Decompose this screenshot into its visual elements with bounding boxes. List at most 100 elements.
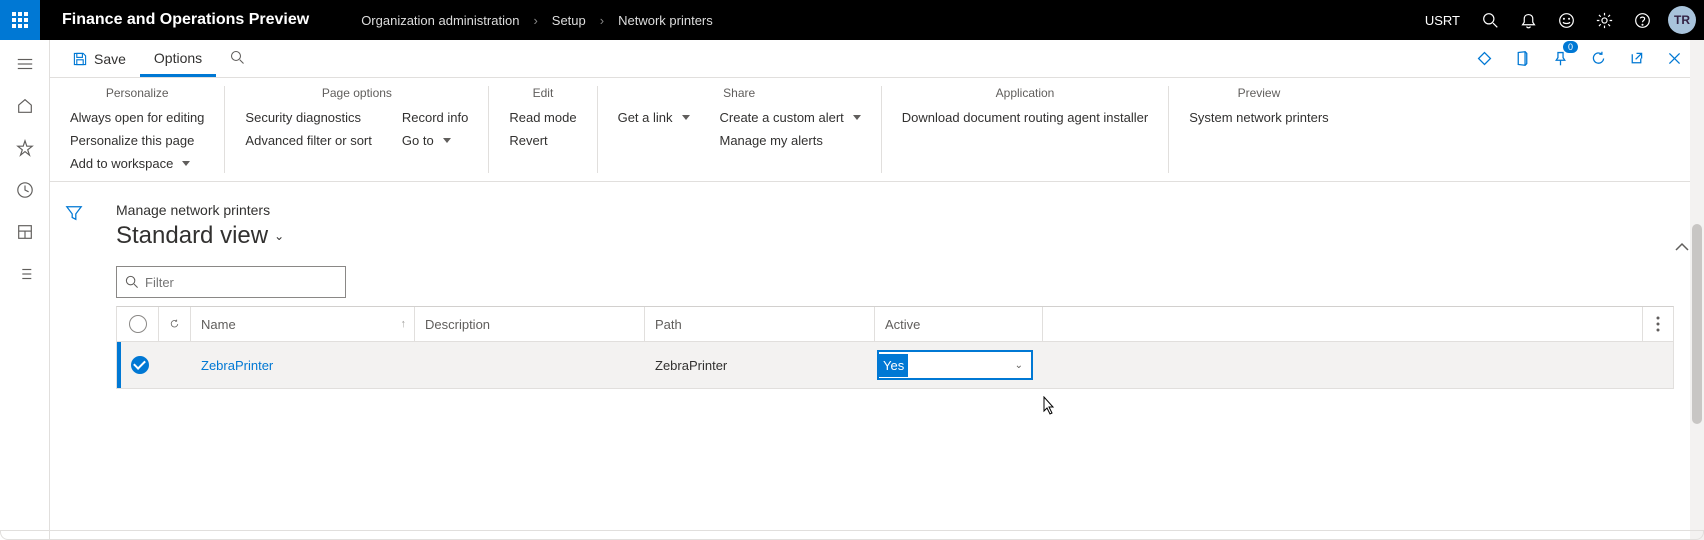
nav-recent-button[interactable] (15, 180, 35, 200)
bell-icon (1520, 12, 1537, 29)
office-button[interactable] (1508, 45, 1536, 73)
ribbon-group-title: Personalize (70, 86, 204, 100)
system-network-printers[interactable]: System network printers (1189, 108, 1328, 127)
header-label: Path (655, 317, 682, 332)
help-icon (1634, 12, 1651, 29)
refresh-column[interactable] (159, 307, 191, 341)
ribbon-group-application: Application Download document routing ag… (882, 86, 1169, 173)
search-icon (1482, 12, 1499, 29)
go-to-label: Go to (402, 133, 434, 148)
content: Manage network printers Standard view ⌄ … (98, 182, 1704, 540)
page-subtitle: Manage network printers (116, 202, 1674, 218)
download-installer[interactable]: Download document routing agent installe… (902, 108, 1148, 127)
manage-alerts[interactable]: Manage my alerts (720, 131, 861, 150)
row-spacer-end (1643, 342, 1673, 388)
custom-alert-label: Create a custom alert (720, 110, 844, 125)
table-row[interactable]: ZebraPrinter ZebraPrinter Yes ⌄ (117, 342, 1673, 388)
active-dropdown[interactable]: Yes ⌄ (877, 350, 1033, 380)
nav-menu-button[interactable] (15, 54, 35, 74)
avatar[interactable]: TR (1668, 6, 1696, 34)
column-header-path[interactable]: Path (645, 307, 875, 341)
filter-pane-toggle[interactable] (50, 182, 98, 540)
header-label: Description (425, 317, 490, 332)
app-launcher[interactable] (0, 0, 40, 40)
smile-icon (1558, 12, 1575, 29)
read-mode[interactable]: Read mode (509, 108, 576, 127)
column-header-active[interactable]: Active (875, 307, 1043, 341)
ribbon-group-title: Edit (509, 86, 576, 100)
cell-description[interactable] (415, 342, 645, 388)
add-to-workspace[interactable]: Add to workspace (70, 154, 204, 173)
cell-active[interactable]: Yes ⌄ (875, 342, 1043, 388)
more-vertical-icon (1656, 316, 1660, 332)
ribbon-group-preview: Preview System network printers (1169, 86, 1348, 173)
security-diagnostics[interactable]: Security diagnostics (245, 108, 371, 127)
ribbon-group-personalize: Personalize Always open for editing Pers… (66, 86, 225, 173)
personalize-page[interactable]: Personalize this page (70, 131, 204, 150)
go-to[interactable]: Go to (402, 131, 468, 150)
search-icon (230, 50, 245, 65)
chevron-down-icon: ⌄ (1015, 360, 1031, 371)
cell-extra (1043, 342, 1643, 388)
star-icon (16, 139, 34, 157)
workspaces-icon (16, 223, 34, 241)
pin-icon (1552, 50, 1569, 67)
tab-options[interactable]: Options (140, 42, 216, 77)
ribbon: Personalize Always open for editing Pers… (50, 78, 1704, 182)
cell-name[interactable]: ZebraPrinter (191, 342, 415, 388)
column-header-description[interactable]: Description (415, 307, 645, 341)
action-search-button[interactable] (220, 44, 255, 74)
always-open-editing[interactable]: Always open for editing (70, 108, 204, 127)
select-all[interactable] (117, 307, 159, 341)
pin-button[interactable]: 0 (1546, 45, 1574, 73)
row-select[interactable] (121, 342, 159, 388)
grid: Name ↑ Description Path Active ZebraPrint… (116, 306, 1674, 389)
advanced-filter[interactable]: Advanced filter or sort (245, 131, 371, 150)
chevron-right-icon: › (600, 13, 604, 28)
column-header-name[interactable]: Name ↑ (191, 307, 415, 341)
record-info[interactable]: Record info (402, 108, 468, 127)
settings-button[interactable] (1586, 0, 1622, 40)
header-label: Name (201, 317, 236, 332)
revert[interactable]: Revert (509, 131, 576, 150)
clock-icon (16, 181, 34, 199)
nav-modules-button[interactable] (15, 264, 35, 284)
cell-path[interactable]: ZebraPrinter (645, 342, 875, 388)
refresh-button[interactable] (1584, 45, 1612, 73)
close-button[interactable] (1660, 45, 1688, 73)
breadcrumb: Organization administration › Setup › Ne… (331, 13, 713, 28)
feedback-button[interactable] (1548, 0, 1584, 40)
active-value: Yes (879, 354, 908, 377)
get-link[interactable]: Get a link (618, 108, 690, 127)
nav-home-button[interactable] (15, 96, 35, 116)
nav-workspaces-button[interactable] (15, 222, 35, 242)
search-button[interactable] (1472, 0, 1508, 40)
row-spacer (159, 342, 191, 388)
save-button[interactable]: Save (62, 45, 136, 73)
notifications-button[interactable] (1510, 0, 1546, 40)
save-label: Save (94, 51, 126, 67)
breadcrumb-item[interactable]: Organization administration (361, 13, 519, 28)
collapse-ribbon-button[interactable] (1674, 240, 1690, 255)
ribbon-group-title: Share (618, 86, 861, 100)
chevron-up-icon (1674, 242, 1690, 252)
ribbon-group-page-options: Page options Security diagnostics Advanc… (225, 86, 489, 173)
scrollbar-thumb[interactable] (1692, 224, 1702, 424)
home-icon (16, 97, 34, 115)
nav-favorites-button[interactable] (15, 138, 35, 158)
grid-options-button[interactable] (1643, 307, 1673, 341)
attachments-button[interactable] (1470, 45, 1498, 73)
view-selector[interactable]: Standard view ⌄ (116, 222, 1674, 250)
help-button[interactable] (1624, 0, 1660, 40)
ribbon-group-title: Page options (245, 86, 468, 100)
filter-input[interactable] (145, 275, 337, 290)
company-code[interactable]: USRT (1425, 13, 1470, 28)
breadcrumb-item[interactable]: Network printers (618, 13, 713, 28)
popout-button[interactable] (1622, 45, 1650, 73)
view-name-label: Standard view (116, 222, 268, 250)
sort-asc-icon: ↑ (401, 318, 407, 330)
create-custom-alert[interactable]: Create a custom alert (720, 108, 861, 127)
gear-icon (1596, 12, 1613, 29)
filter-input-wrap[interactable] (116, 266, 346, 298)
breadcrumb-item[interactable]: Setup (552, 13, 586, 28)
